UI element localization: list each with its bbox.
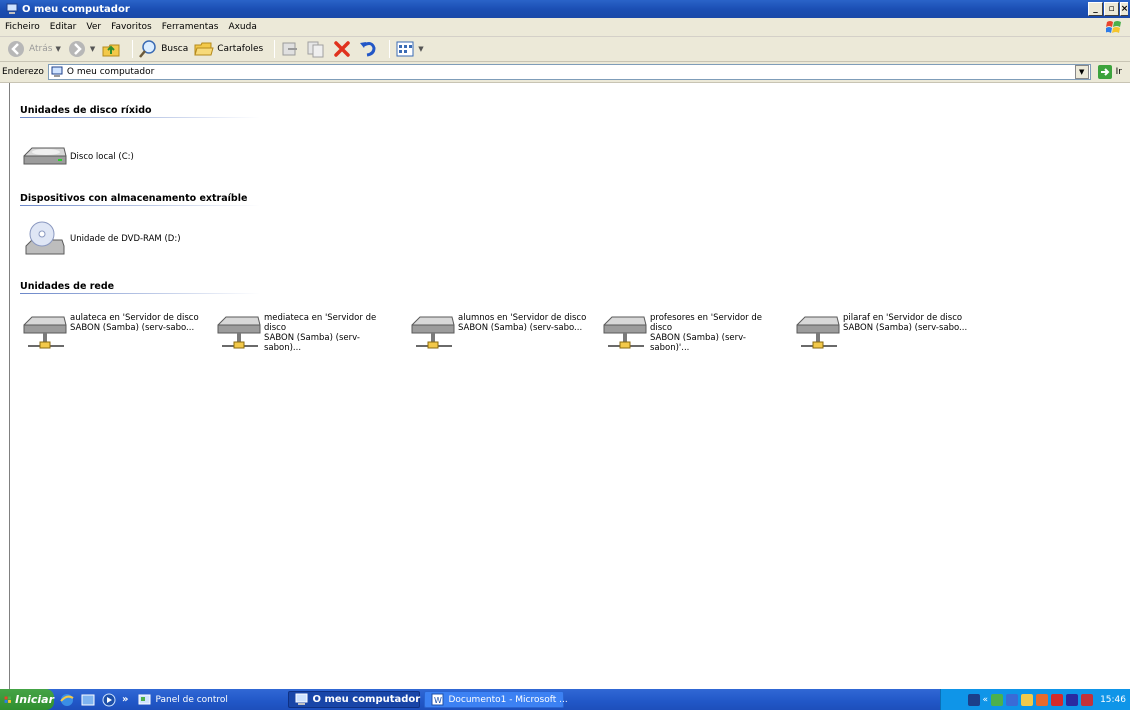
copy-to-icon bbox=[307, 41, 324, 58]
chevron-down-icon[interactable]: ▼ bbox=[90, 45, 95, 53]
network-drive-aulateca[interactable]: aulateca en 'Servidor de disco SABON (Sa… bbox=[22, 313, 200, 353]
address-input[interactable]: O meu computador ▼ bbox=[47, 64, 1091, 80]
tray-app-icon[interactable] bbox=[1021, 693, 1034, 706]
standard-toolbar: Atrás ▼ ▼ Busca Cartafoles ▼ bbox=[0, 37, 1130, 62]
my-computer-icon bbox=[51, 66, 63, 77]
up-folder-button[interactable] bbox=[101, 39, 121, 59]
address-label: Enderezo bbox=[2, 67, 44, 77]
group-divider bbox=[20, 293, 260, 294]
restore-button[interactable]: ▫ bbox=[1104, 2, 1119, 16]
network-drive-icon bbox=[603, 316, 647, 349]
tray-app-icon[interactable] bbox=[991, 693, 1004, 706]
minimize-button[interactable]: _ bbox=[1088, 2, 1103, 16]
chevron-down-icon[interactable]: ▼ bbox=[418, 45, 423, 53]
network-drive-icon bbox=[411, 316, 455, 349]
network-drive-icon bbox=[217, 316, 261, 349]
network-drive-pilaraf[interactable]: pilaraf en 'Servidor de disco SABON (Sam… bbox=[795, 313, 973, 353]
group-divider bbox=[20, 117, 260, 118]
tray-app-icon[interactable] bbox=[1051, 693, 1064, 706]
clock[interactable]: 15:46 bbox=[1100, 695, 1126, 705]
move-to-icon bbox=[282, 42, 298, 56]
menu-tools[interactable]: Ferramentas bbox=[157, 22, 224, 32]
file-view[interactable]: Unidades de disco ríxido Disco local (C:… bbox=[9, 83, 1130, 689]
close-button[interactable]: × bbox=[1120, 2, 1128, 16]
copy-to-button[interactable] bbox=[306, 39, 326, 59]
windows-flag-icon bbox=[4, 696, 11, 703]
group-header-hard-disks: Unidades de disco ríxido bbox=[20, 105, 152, 116]
drive-item-local-c[interactable]: Disco local (C:) bbox=[22, 138, 200, 178]
chevron-down-icon[interactable]: ▼ bbox=[55, 45, 60, 53]
window-title: O meu computador bbox=[22, 3, 130, 15]
quicklaunch-more-icon[interactable]: » bbox=[122, 694, 128, 705]
taskbar-item-word-document[interactable]: W Documento1 - Microsoft ... bbox=[424, 691, 568, 708]
word-document-icon: W bbox=[431, 693, 444, 706]
drive-item-dvd-d[interactable]: Unidade de DVD-RAM (D:) bbox=[22, 220, 200, 260]
tray-expand-icon[interactable]: « bbox=[983, 695, 989, 705]
network-drive-icon bbox=[796, 316, 840, 349]
search-icon bbox=[139, 40, 156, 58]
undo-icon bbox=[360, 42, 376, 57]
windows-logo-icon bbox=[1106, 21, 1121, 33]
views-icon bbox=[396, 41, 414, 57]
folders-icon bbox=[194, 42, 214, 56]
svg-text:W: W bbox=[434, 696, 442, 705]
internet-explorer-icon[interactable] bbox=[59, 692, 75, 708]
my-computer-icon bbox=[6, 3, 18, 14]
start-button[interactable]: Iniciar bbox=[0, 689, 54, 710]
system-tray: « 15:46 bbox=[940, 689, 1130, 710]
tray-app-icon[interactable] bbox=[1081, 693, 1094, 706]
taskbar: Iniciar » Panel de control O meu computa… bbox=[0, 689, 1130, 710]
taskbar-item-control-panel[interactable]: Panel de control bbox=[132, 691, 248, 708]
media-player-icon[interactable] bbox=[101, 692, 117, 708]
delete-button[interactable] bbox=[332, 39, 352, 59]
menu-view[interactable]: Ver bbox=[81, 22, 106, 32]
go-arrow-icon bbox=[1097, 65, 1112, 79]
language-bar-icon[interactable] bbox=[967, 693, 980, 706]
delete-x-icon bbox=[334, 41, 350, 57]
network-drive-icon bbox=[23, 316, 67, 349]
folders-button[interactable]: Cartafoles bbox=[194, 39, 263, 59]
go-button[interactable]: Ir bbox=[1097, 64, 1122, 80]
group-header-network: Unidades de rede bbox=[20, 281, 115, 292]
up-folder-icon bbox=[102, 44, 120, 57]
dvd-drive-icon bbox=[25, 221, 65, 255]
tray-app-icon[interactable] bbox=[1036, 693, 1049, 706]
undo-button[interactable] bbox=[358, 39, 378, 59]
menu-bar: Ficheiro Editar Ver Favoritos Ferramenta… bbox=[0, 18, 1130, 37]
forward-arrow-icon bbox=[68, 41, 85, 57]
my-computer-icon bbox=[295, 693, 308, 705]
menu-edit[interactable]: Editar bbox=[45, 22, 82, 32]
tray-app-icon[interactable] bbox=[1006, 693, 1019, 706]
network-drive-alumnos[interactable]: alumnos en 'Servidor de disco SABON (Sam… bbox=[410, 313, 588, 353]
taskbar-item-my-computer[interactable]: O meu computador bbox=[288, 691, 421, 708]
tray-app-icon[interactable] bbox=[1066, 693, 1079, 706]
hard-disk-icon bbox=[23, 147, 67, 165]
group-divider bbox=[20, 205, 260, 206]
back-button[interactable]: Atrás ▼ bbox=[6, 39, 61, 59]
group-header-removable: Dispositivos con almacenamento extraíble bbox=[20, 193, 248, 204]
menu-file[interactable]: Ficheiro bbox=[0, 22, 45, 32]
title-bar: O meu computador _ ▫ × bbox=[0, 0, 1130, 18]
address-bar: Enderezo O meu computador ▼ Ir bbox=[0, 62, 1130, 83]
address-value: O meu computador bbox=[66, 67, 155, 77]
back-arrow-icon bbox=[8, 41, 24, 57]
show-desktop-icon[interactable] bbox=[80, 692, 96, 708]
network-drive-mediateca[interactable]: mediateca en 'Servidor de disco SABON (S… bbox=[216, 313, 394, 353]
menu-favorites[interactable]: Favoritos bbox=[106, 22, 157, 32]
control-panel-icon bbox=[138, 694, 151, 705]
network-drive-profesores[interactable]: profesores en 'Servidor de disco SABON (… bbox=[602, 313, 780, 353]
move-to-button[interactable] bbox=[280, 39, 300, 59]
views-button[interactable]: ▼ bbox=[395, 39, 424, 59]
search-button[interactable]: Busca bbox=[138, 39, 188, 59]
forward-button[interactable]: ▼ bbox=[67, 39, 95, 59]
menu-help[interactable]: Axuda bbox=[223, 22, 261, 32]
address-dropdown-button[interactable]: ▼ bbox=[1074, 65, 1089, 79]
